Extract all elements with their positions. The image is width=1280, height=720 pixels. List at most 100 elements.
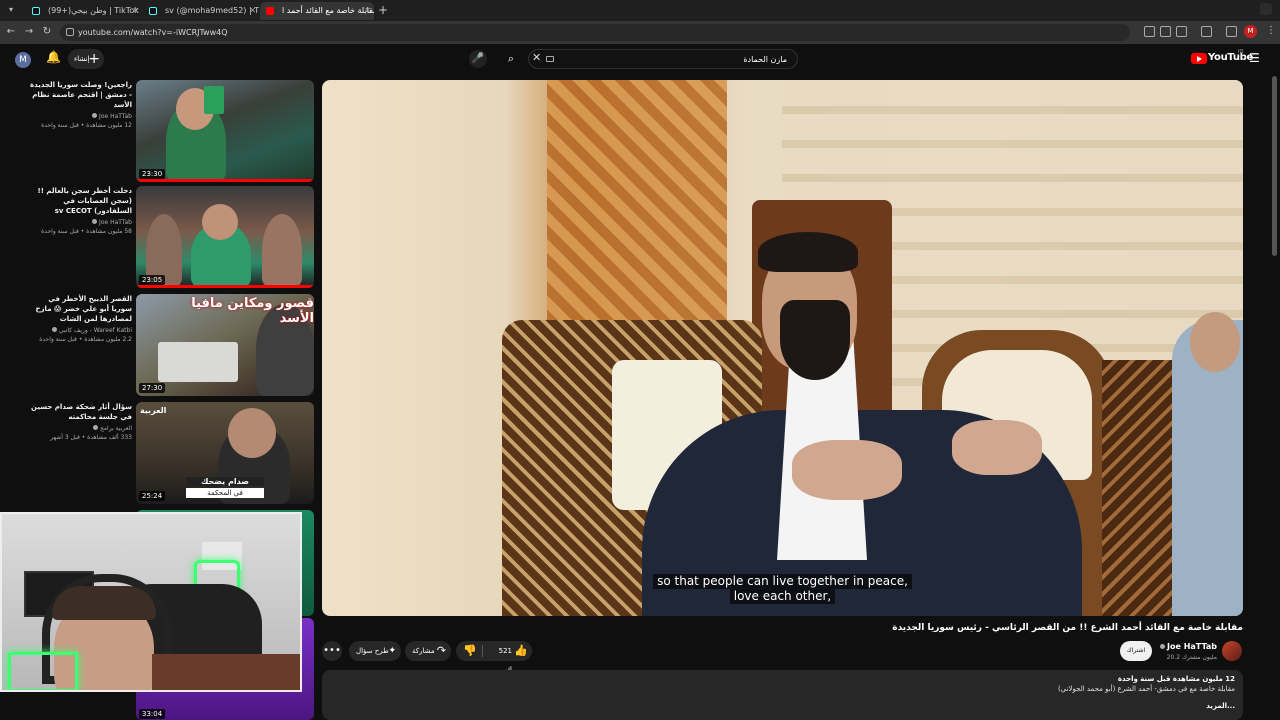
- speaker-beard: [780, 300, 850, 380]
- channel-label: Joe HaTTab: [99, 113, 132, 120]
- captions: so that people can live together in peac…: [322, 574, 1243, 604]
- reading-list-icon[interactable]: [1226, 26, 1237, 37]
- video-meta: دخلت أخطر سجن بالعالم !! (سجن العصابات ف…: [30, 186, 132, 235]
- channel-name[interactable]: العربية برامج: [30, 425, 132, 432]
- verified-badge-icon: [92, 219, 98, 224]
- account-avatar[interactable]: M: [15, 52, 31, 68]
- caption-line-1: so that people can live together in peac…: [653, 574, 912, 589]
- keyboard-icon[interactable]: [546, 56, 554, 62]
- back-arrow-icon[interactable]: ←: [4, 25, 18, 39]
- description-box[interactable]: 12 مليون مشاهدة قبل سنة واحدة مقابلة خاص…: [322, 670, 1243, 720]
- interviewer-figure: [1172, 312, 1243, 616]
- browser-menu-icon[interactable]: ⋮: [1266, 25, 1276, 36]
- like-dislike-group: 521 ألف 👍 👎: [456, 641, 532, 675]
- video-duration: 27:30: [139, 383, 166, 393]
- channel-name[interactable]: Joe HaTTab: [30, 113, 132, 120]
- recommended-video-3[interactable]: قصور ومكاين مافيا الأسد 27:30 القصر الذب…: [30, 294, 316, 398]
- video-thumbnail[interactable]: 23:05: [136, 186, 314, 288]
- share-arrow-icon: ↷: [436, 644, 446, 657]
- close-tab-icon[interactable]: ✕: [132, 2, 139, 20]
- notifications-bell-icon[interactable]: 🔔: [46, 50, 61, 64]
- video-player[interactable]: so that people can live together in peac…: [322, 80, 1243, 616]
- speaker-hand-right: [952, 420, 1042, 475]
- ask-label: طرح سؤال: [356, 647, 389, 655]
- channel-name[interactable]: Wareef Katbi - وريف كاتبي: [30, 327, 132, 334]
- channel-label: Joe HaTTab: [99, 219, 132, 226]
- video-meta: القصر الذبيح الأخطر في سوريا أبو علي خضر…: [30, 294, 132, 343]
- share-button[interactable]: مشاركة ↷: [405, 641, 451, 661]
- browser-tab-tiktok-1[interactable]: (99+)وطن بيحي | TikTok - 476 ✕: [26, 2, 142, 20]
- video-title[interactable]: القصر الذبيح الأخطر في سوريا أبو علي خضر…: [30, 294, 132, 324]
- reload-icon[interactable]: ↻: [40, 25, 54, 39]
- profile-avatar[interactable]: M: [1244, 25, 1257, 38]
- new-tab-button[interactable]: +: [378, 3, 388, 17]
- sparkle-icon: ✦: [388, 646, 396, 656]
- cast-icon[interactable]: [1160, 26, 1171, 37]
- close-tab-icon[interactable]: ✕: [364, 2, 371, 20]
- channel-logo-text: العربية: [140, 406, 167, 415]
- clear-search-icon[interactable]: ✕: [532, 51, 541, 64]
- subscriber-count: 20.2 مليون مشترك: [1166, 654, 1217, 661]
- streamer-shirt: [152, 654, 300, 690]
- browser-tab-tiktok-2[interactable]: sv (@moha9med52) | TikTok ✕: [143, 2, 259, 20]
- search-input[interactable]: [587, 52, 787, 67]
- video-title[interactable]: دخلت أخطر سجن بالعالم !! (سجن العصابات ف…: [30, 186, 132, 216]
- thumbnail-caption-head: صدام يضحك: [186, 477, 264, 486]
- omnibox[interactable]: youtube.com/watch?v=-iWCRJTww4Q: [60, 24, 1130, 41]
- window-menu-button[interactable]: [1260, 3, 1272, 15]
- page-scrollbar[interactable]: [1272, 76, 1277, 256]
- plus-icon: +: [88, 51, 100, 67]
- thumbnail-overlay-text: قصور ومكاين مافيا الأسد: [191, 296, 314, 326]
- recommended-video-4[interactable]: العربية صدام يضحك في المحكمة 25:24 سؤال …: [30, 402, 316, 506]
- channel-label: العربية برامج: [99, 425, 132, 432]
- video-thumbnail[interactable]: 23:30: [136, 80, 314, 182]
- ask-button[interactable]: طرح سؤال ✦: [349, 641, 401, 661]
- logo-wordmark: YouTube: [1208, 52, 1253, 63]
- video-title[interactable]: سؤال أثار ضحكة صدام حسين في جلسة محاكمته: [30, 402, 132, 422]
- tab-title: sv (@moha9med52) | TikTok: [165, 6, 259, 15]
- tab-search-button[interactable]: ▾: [5, 4, 17, 16]
- description-views: 12 مليون مشاهدة قبل سنة واحدة: [1117, 675, 1235, 683]
- webcam-overlay: [0, 512, 302, 692]
- channel-name[interactable]: Joe HaTTab: [30, 219, 132, 226]
- channel-name[interactable]: Joe HaTTab: [1160, 642, 1217, 651]
- close-tab-icon[interactable]: ✕: [249, 2, 256, 20]
- video-title[interactable]: راجعين! وصلت سوريا الجديدة - دمشق | اقتح…: [30, 80, 132, 110]
- site-info-icon[interactable]: [66, 28, 74, 36]
- search-icon[interactable]: ⌕: [500, 49, 522, 69]
- create-button[interactable]: إنشاء +: [68, 49, 104, 69]
- logo-region-code: IQ: [1238, 49, 1244, 55]
- watch-progress-bar: [136, 285, 314, 288]
- channel-avatar[interactable]: [1222, 641, 1242, 661]
- streamer-hair: [52, 586, 156, 620]
- create-label: إنشاء: [74, 55, 90, 63]
- recommended-video-2[interactable]: 23:05 دخلت أخطر سجن بالعالم !! (سجن العص…: [30, 186, 316, 290]
- video-thumbnail[interactable]: العربية صدام يضحك في المحكمة 25:24: [136, 402, 314, 504]
- video-thumbnail[interactable]: قصور ومكاين مافيا الأسد 27:30: [136, 294, 314, 396]
- subscribe-button[interactable]: اشتراك: [1120, 641, 1152, 661]
- show-more-link[interactable]: ...المزيد: [330, 702, 1235, 710]
- thumbnail-face: [202, 204, 238, 240]
- speaker-hand-left: [792, 440, 902, 500]
- tab-title: مقابلة خاصة مع القائد أحمد ا: [282, 6, 374, 15]
- like-button[interactable]: 521 ألف 👍: [486, 641, 532, 675]
- forward-arrow-icon[interactable]: →: [22, 25, 36, 39]
- voice-search-mic-icon[interactable]: 🎤: [469, 50, 487, 68]
- bookmark-star-icon[interactable]: [1176, 26, 1187, 37]
- guide-menu-icon[interactable]: ☰: [1249, 51, 1260, 65]
- more-actions-button[interactable]: •••: [322, 641, 342, 661]
- translate-icon[interactable]: [1144, 26, 1155, 37]
- video-duration: 23:30: [139, 169, 166, 179]
- description-text: مقابلة خاصة مع في دمشق- أحمد الشرع (أبو …: [1057, 685, 1235, 693]
- caption-line-2: love each other,: [729, 589, 836, 604]
- recommended-video-1[interactable]: 23:30 راجعين! وصلت سوريا الجديدة - دمشق …: [30, 80, 316, 184]
- url-text[interactable]: youtube.com/watch?v=-iWCRJTww4Q: [78, 24, 228, 41]
- pill-divider: [482, 645, 483, 657]
- extensions-icon[interactable]: [1201, 26, 1212, 37]
- search-box: ✕: [528, 49, 798, 69]
- desk-led-light: [8, 652, 78, 690]
- watch-progress-bar: [136, 179, 314, 182]
- watch-progress-fill: [136, 285, 314, 288]
- verified-badge-icon: [92, 113, 98, 118]
- browser-tab-youtube[interactable]: مقابلة خاصة مع القائد أحمد ا ✕: [260, 2, 374, 20]
